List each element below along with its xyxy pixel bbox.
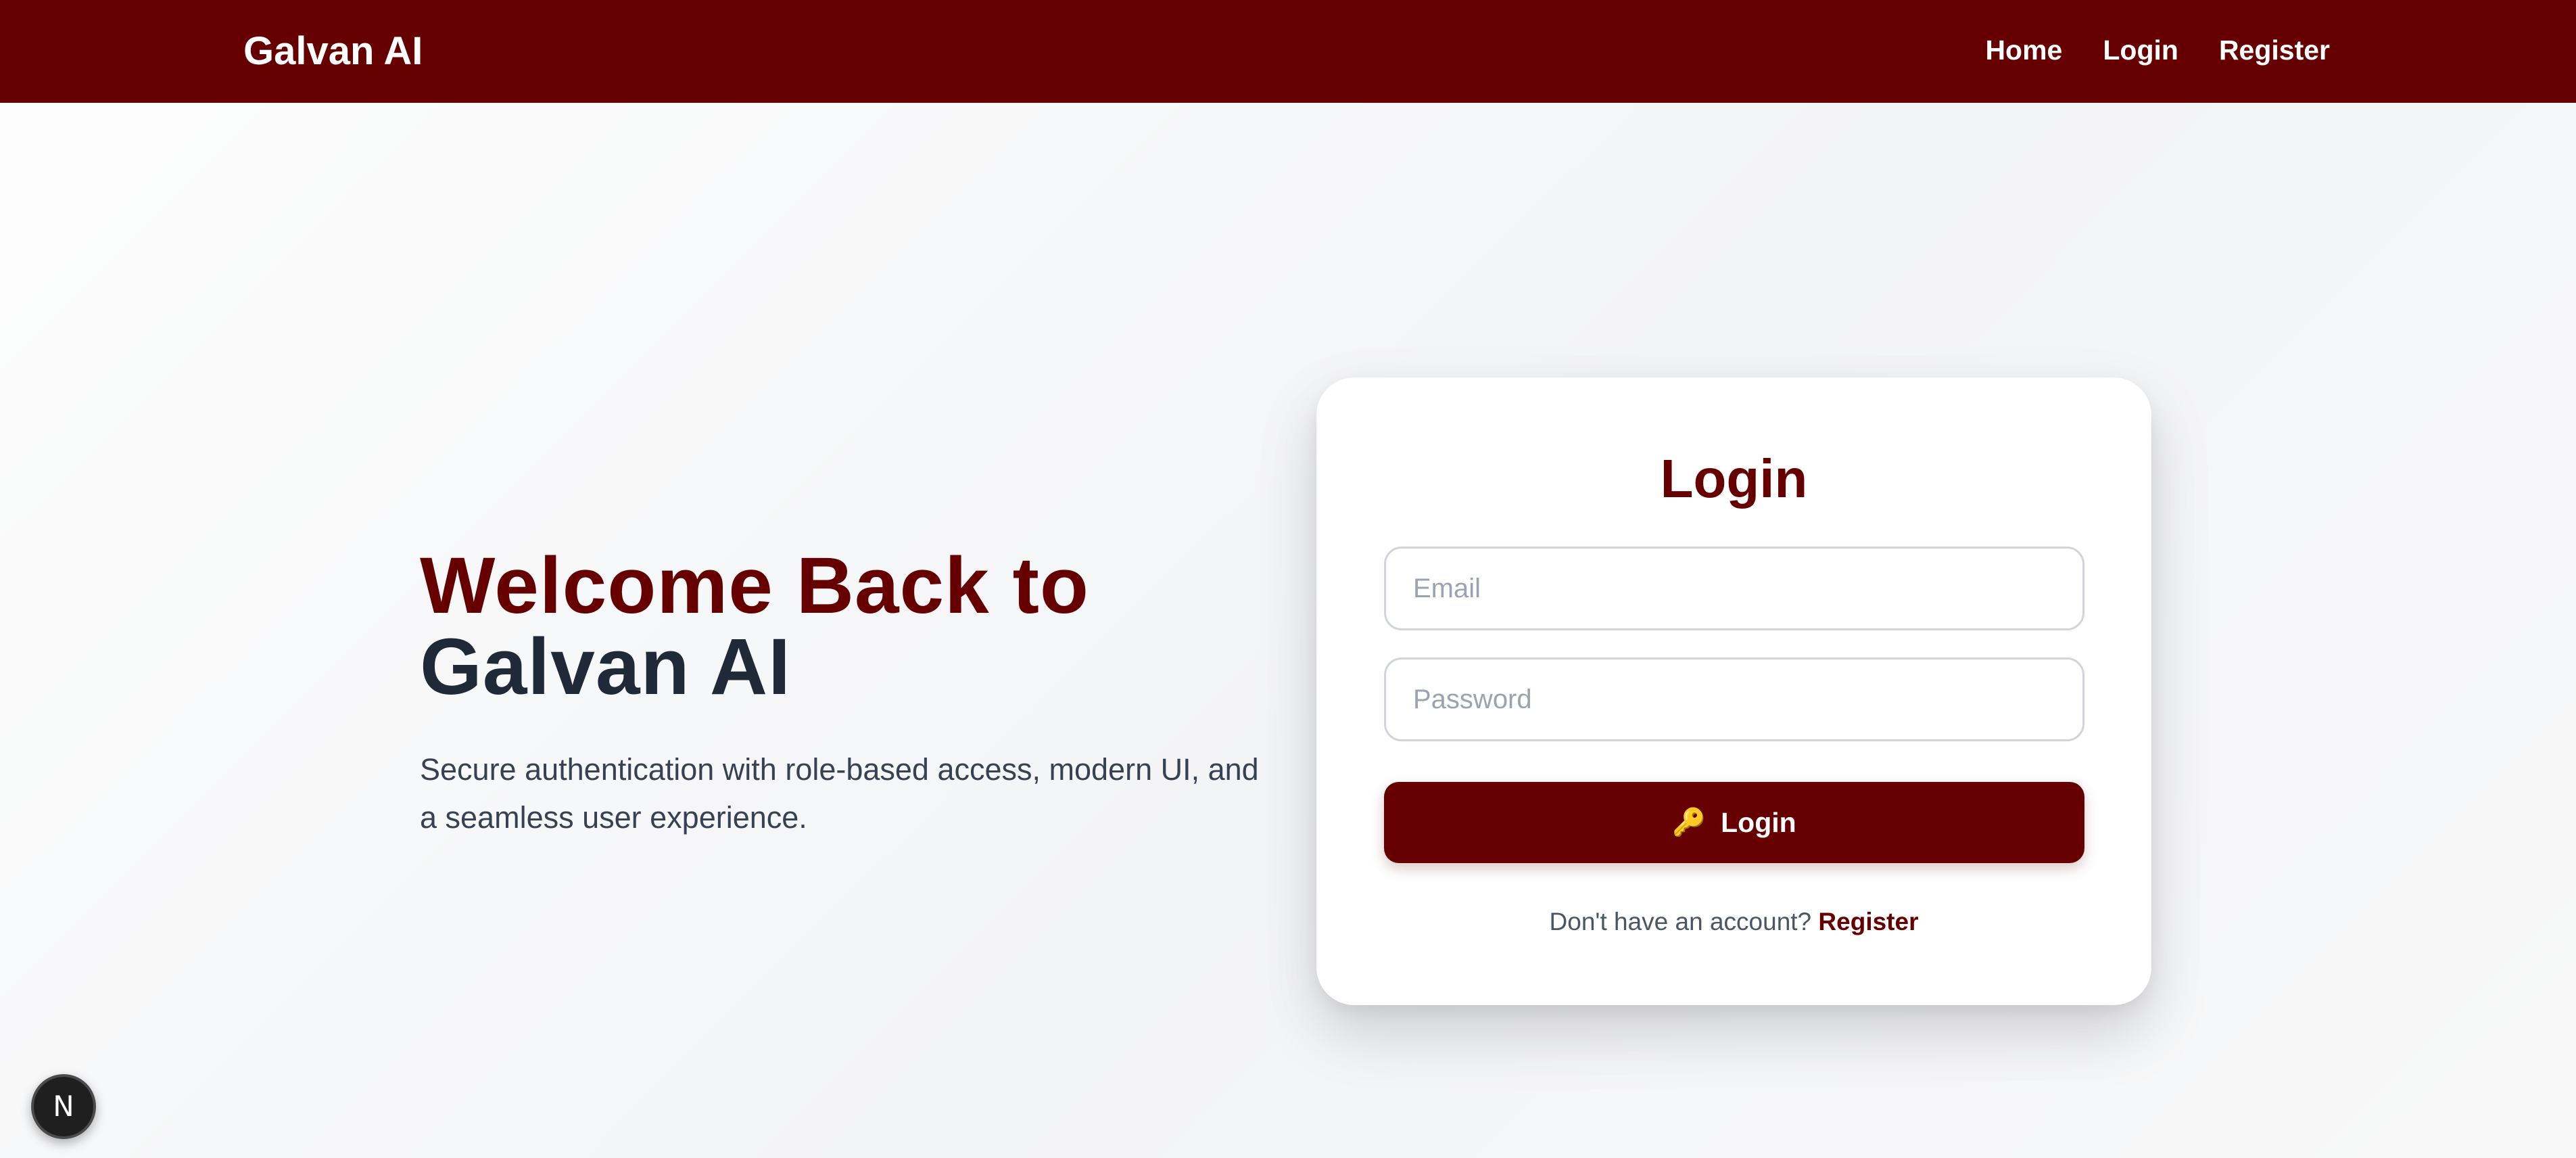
nav-register-link[interactable]: Register [2219,31,2330,69]
nav-login-link[interactable]: Login [2103,31,2178,69]
hero-title-line2: Galvan AI [420,622,791,712]
login-button-label: Login [1721,807,1796,838]
nextjs-icon: N [53,1090,74,1123]
nav-home-link[interactable]: Home [1985,31,2062,69]
password-field[interactable] [1384,657,2084,741]
brand-logo[interactable]: Galvan AI [243,27,423,76]
login-card-title: Login [1660,448,1808,509]
nav-links: Home Login Register [1985,31,2330,69]
login-button[interactable]: 🔑 Login [1384,782,2084,863]
nextjs-dev-badge[interactable]: N [31,1074,96,1139]
hero-title: Welcome Back to Galvan AI [420,545,1279,708]
navbar: Galvan AI Home Login Register [0,0,2576,103]
hero-title-line1: Welcome Back to [420,541,1089,630]
login-card: Login 🔑 Login Don't have an account? Reg… [1316,377,2151,1005]
no-account-text: Don't have an account? [1549,908,1812,935]
register-prompt: Don't have an account? Register [1316,905,2151,939]
email-field[interactable] [1384,547,2084,630]
hero-section: Welcome Back to Galvan AI Secure authent… [420,545,1279,841]
register-link[interactable]: Register [1818,908,1918,935]
key-icon: 🔑 [1672,808,1707,837]
hero-subtitle: Secure authentication with role-based ac… [420,752,1259,835]
